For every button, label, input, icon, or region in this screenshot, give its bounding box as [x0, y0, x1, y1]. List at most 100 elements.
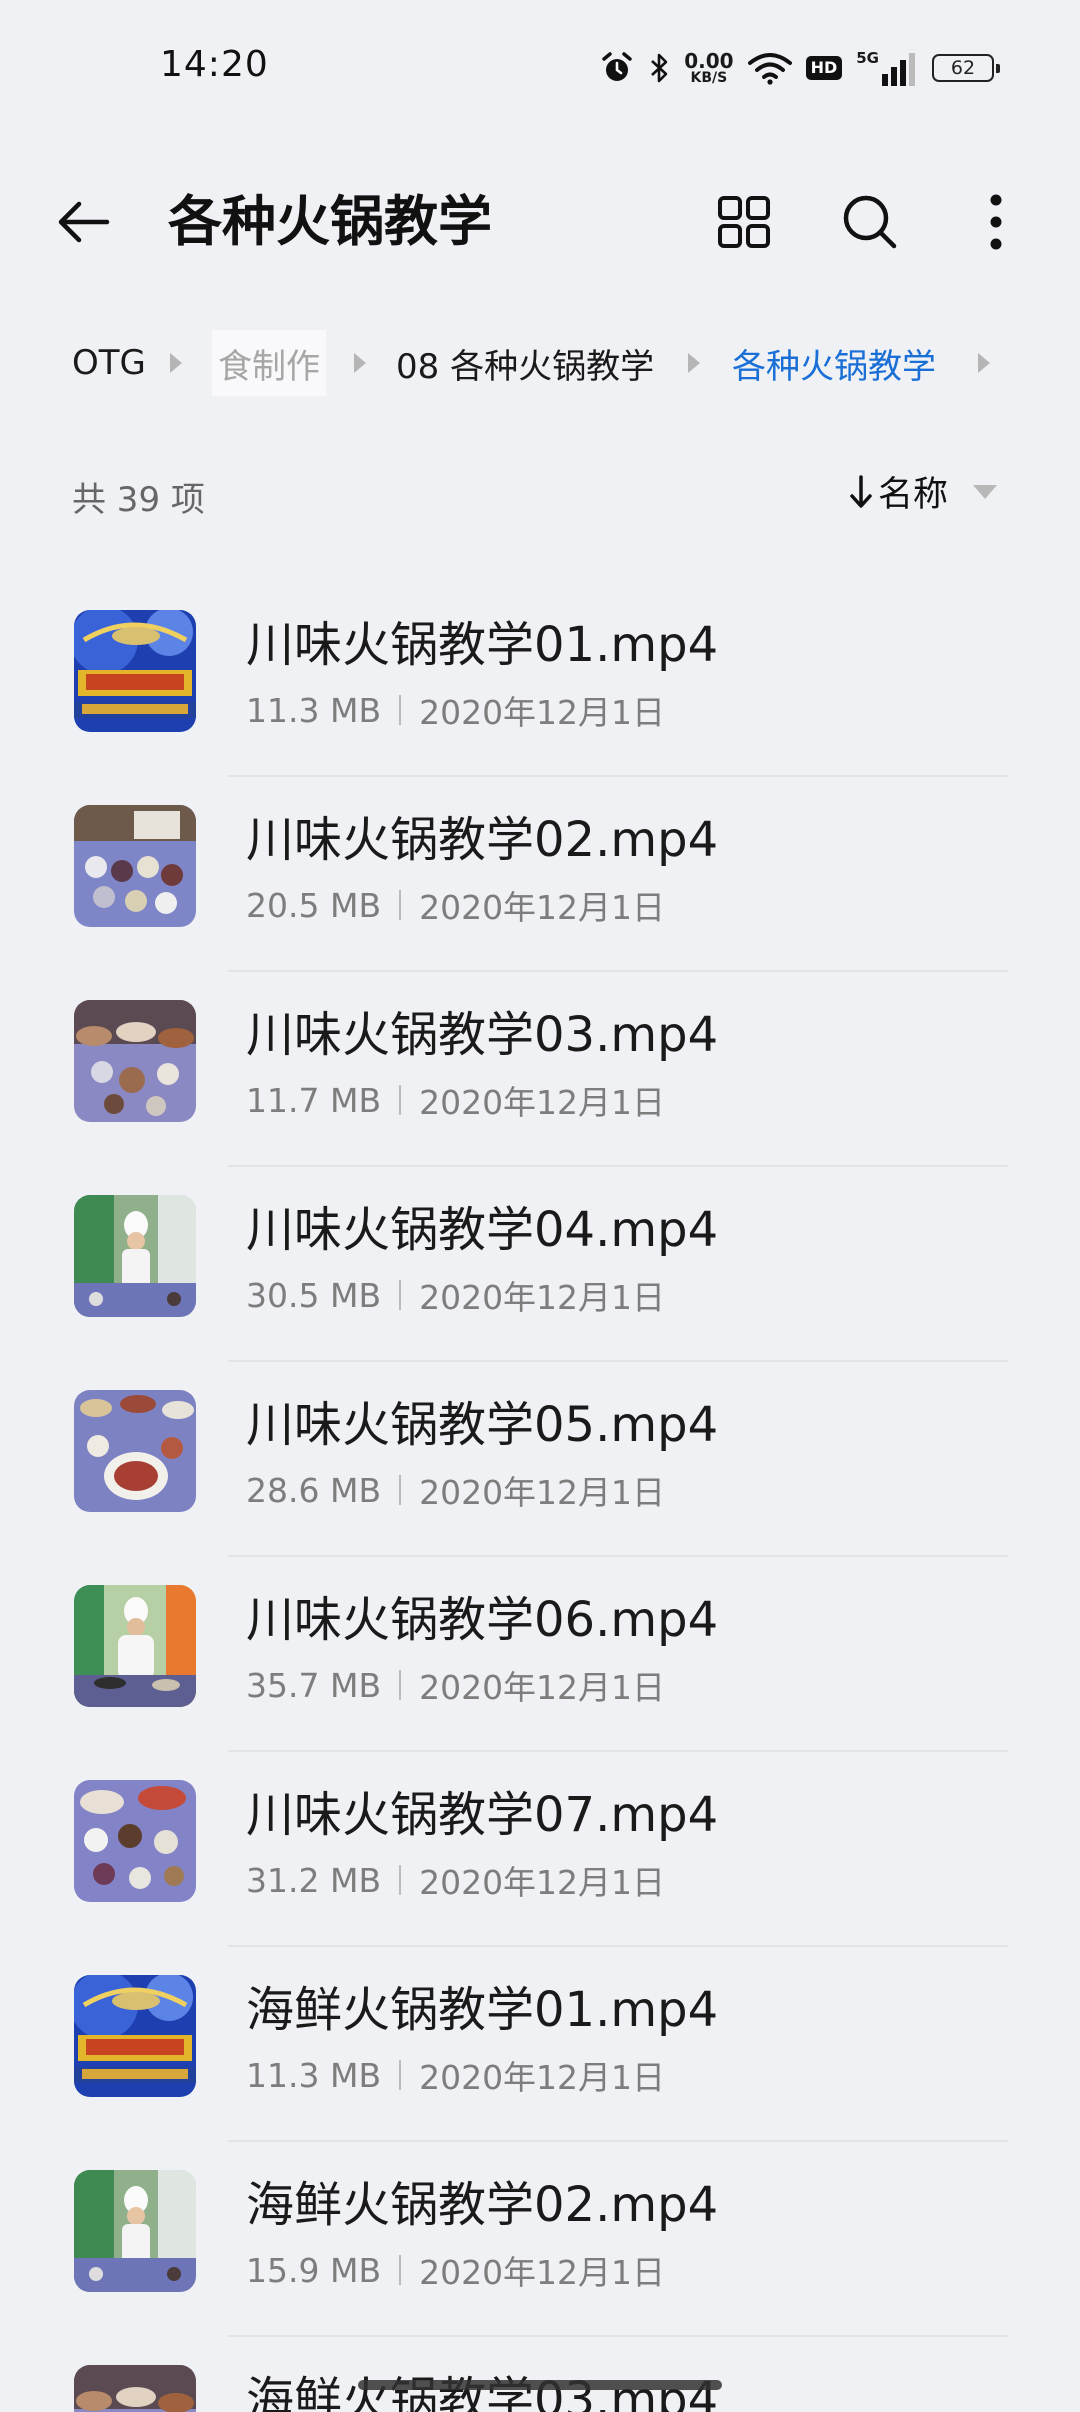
- file-date: 2020年12月1日: [419, 1668, 666, 1707]
- video-thumbnail: [74, 610, 196, 732]
- file-size: 35.7 MB: [246, 1665, 382, 1705]
- file-meta: 35.7 MB 2020年12月1日: [246, 1661, 665, 1709]
- arrow-left-icon: [58, 201, 110, 243]
- file-name: 川味火锅教学04.mp4: [246, 1202, 719, 1258]
- file-meta: 15.9 MB 2020年12月1日: [246, 2246, 665, 2294]
- video-thumbnail: [74, 2365, 196, 2412]
- file-row[interactable]: 川味火锅教学05.mp4 28.6 MB 2020年12月1日: [0, 1362, 1080, 1557]
- file-size: 11.3 MB: [246, 2055, 382, 2095]
- status-icons: 0.00 KB/S HD 5G 62: [600, 46, 1000, 90]
- file-meta: 11.7 MB 2020年12月1日: [246, 1076, 665, 1124]
- file-size: 30.5 MB: [246, 1275, 382, 1315]
- file-row[interactable]: 海鲜火锅教学03.mp4: [0, 2337, 1080, 2412]
- file-name: 海鲜火锅教学01.mp4: [246, 1982, 719, 2038]
- video-thumbnail: [74, 1390, 196, 1512]
- file-meta: 28.6 MB 2020年12月1日: [246, 1466, 665, 1514]
- page-title: 各种火锅教学: [168, 190, 492, 253]
- file-size: 20.5 MB: [246, 885, 382, 925]
- file-date: 2020年12月1日: [419, 2058, 666, 2097]
- file-date: 2020年12月1日: [419, 1863, 666, 1902]
- file-size: 28.6 MB: [246, 1470, 382, 1510]
- file-manager-screen: 14:20 0.00 KB/S HD 5G 62 各种火锅教学 OTG 食制作 …: [0, 0, 1080, 2412]
- file-date: 2020年12月1日: [419, 2253, 666, 2292]
- file-name: 川味火锅教学01.mp4: [246, 617, 719, 673]
- hd-badge: HD: [805, 56, 843, 80]
- video-thumbnail: [74, 1780, 196, 1902]
- video-thumbnail: [74, 805, 196, 927]
- status-bar: 14:20 0.00 KB/S HD 5G 62: [0, 0, 1080, 140]
- file-size: 11.7 MB: [246, 1080, 382, 1120]
- meta-separator: [399, 2060, 402, 2090]
- file-name: 川味火锅教学02.mp4: [246, 812, 719, 868]
- file-date: 2020年12月1日: [419, 693, 666, 732]
- file-meta: 11.3 MB 2020年12月1日: [246, 2051, 665, 2099]
- more-icon: [990, 194, 1002, 250]
- home-indicator[interactable]: [358, 2380, 722, 2390]
- file-date: 2020年12月1日: [419, 1083, 666, 1122]
- chevron-right-icon: [168, 330, 184, 396]
- file-row[interactable]: 川味火锅教学03.mp4 11.7 MB 2020年12月1日: [0, 972, 1080, 1167]
- grid-view-button[interactable]: [708, 186, 780, 258]
- meta-separator: [399, 890, 402, 920]
- file-name: 海鲜火锅教学02.mp4: [246, 2177, 719, 2233]
- file-size: 15.9 MB: [246, 2250, 382, 2290]
- grid-view-icon: [718, 196, 770, 248]
- search-icon: [843, 195, 897, 249]
- file-size: 31.2 MB: [246, 1860, 382, 1900]
- video-thumbnail: [74, 1975, 196, 2097]
- file-row[interactable]: 海鲜火锅教学02.mp4 15.9 MB 2020年12月1日: [0, 2142, 1080, 2337]
- breadcrumb-item-current[interactable]: 各种火锅教学: [732, 330, 936, 396]
- chevron-right-icon: [976, 330, 992, 396]
- sort-label: 名称: [877, 475, 948, 515]
- file-date: 2020年12月1日: [419, 1473, 666, 1512]
- file-name: 川味火锅教学06.mp4: [246, 1592, 719, 1648]
- breadcrumb-item-3[interactable]: 08 各种火锅教学: [396, 330, 654, 396]
- alarm-icon: [600, 51, 634, 85]
- meta-separator: [399, 1085, 402, 1115]
- item-count: 共 39 项: [72, 480, 205, 520]
- file-row[interactable]: 川味火锅教学04.mp4 30.5 MB 2020年12月1日: [0, 1167, 1080, 1362]
- file-row[interactable]: 川味火锅教学01.mp4 11.3 MB 2020年12月1日: [0, 582, 1080, 777]
- file-meta: 11.3 MB 2020年12月1日: [246, 686, 665, 734]
- file-meta: 31.2 MB 2020年12月1日: [246, 1856, 665, 1904]
- signal-icon: 5G: [856, 50, 918, 86]
- meta-separator: [399, 2255, 402, 2285]
- meta-separator: [399, 1670, 402, 1700]
- meta-separator: [399, 1865, 402, 1895]
- meta-separator: [399, 695, 402, 725]
- file-name: 川味火锅教学05.mp4: [246, 1397, 719, 1453]
- file-meta: 30.5 MB 2020年12月1日: [246, 1271, 665, 1319]
- file-row[interactable]: 海鲜火锅教学01.mp4 11.3 MB 2020年12月1日: [0, 1947, 1080, 2142]
- status-time: 14:20: [160, 44, 269, 85]
- breadcrumb: OTG 食制作 08 各种火锅教学 各种火锅教学: [0, 330, 1080, 396]
- video-thumbnail: [74, 2170, 196, 2292]
- sort-button[interactable]: 名称: [850, 466, 998, 517]
- chevron-right-icon: [686, 330, 702, 396]
- file-row[interactable]: 川味火锅教学06.mp4 35.7 MB 2020年12月1日: [0, 1557, 1080, 1752]
- meta-separator: [399, 1475, 402, 1505]
- file-meta: 20.5 MB 2020年12月1日: [246, 881, 665, 929]
- net-speed: 0.00 KB/S: [684, 49, 734, 86]
- caret-down-icon: [973, 484, 997, 499]
- file-list: 川味火锅教学01.mp4 11.3 MB 2020年12月1日 川味火锅教学02.mp…: [0, 582, 1080, 2412]
- file-size: 11.3 MB: [246, 690, 382, 730]
- more-options-button[interactable]: [960, 186, 1032, 258]
- file-name: 海鲜火锅教学03.mp4: [246, 2372, 719, 2412]
- title-bar: 各种火锅教学: [0, 160, 1080, 284]
- video-thumbnail: [74, 1585, 196, 1707]
- file-name: 川味火锅教学07.mp4: [246, 1787, 719, 1843]
- video-thumbnail: [74, 1195, 196, 1317]
- back-button[interactable]: [40, 188, 126, 256]
- breadcrumb-item-2[interactable]: 食制作: [212, 330, 326, 396]
- bluetooth-icon: [648, 51, 670, 85]
- chevron-right-icon: [352, 330, 368, 396]
- breadcrumb-item-otg[interactable]: OTG: [72, 330, 146, 396]
- file-row[interactable]: 川味火锅教学07.mp4 31.2 MB 2020年12月1日: [0, 1752, 1080, 1947]
- video-thumbnail: [74, 1000, 196, 1122]
- search-button[interactable]: [834, 186, 906, 258]
- file-date: 2020年12月1日: [419, 1278, 666, 1317]
- battery-icon: 62: [932, 54, 1000, 82]
- file-row[interactable]: 川味火锅教学02.mp4 20.5 MB 2020年12月1日: [0, 777, 1080, 972]
- meta-separator: [399, 1280, 402, 1310]
- arrow-down-icon: [850, 474, 872, 508]
